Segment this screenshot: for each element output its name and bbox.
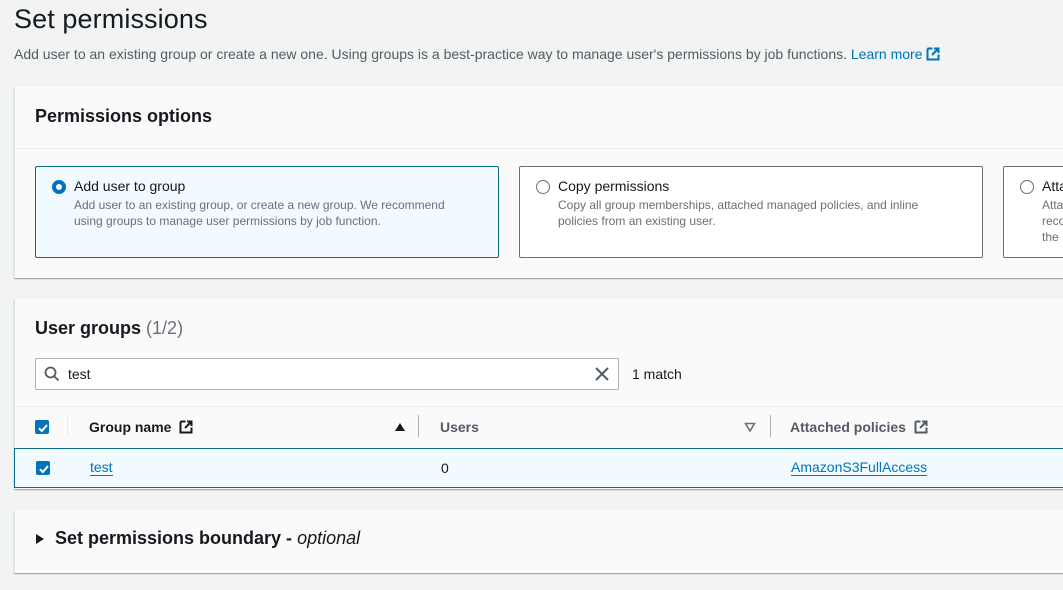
column-divider — [67, 415, 68, 437]
permissions-boundary-title[interactable]: Set permissions boundary - optional — [55, 528, 360, 549]
option-description-line: using groups to manage user permissions … — [74, 214, 381, 228]
option-description: Atta reco the — [1042, 197, 1063, 245]
column-header-group-name[interactable]: Group name — [89, 419, 193, 435]
page-description: Add user to an existing group or create … — [14, 46, 940, 62]
external-link-icon — [926, 47, 940, 61]
option-description: Copy all group memberships, attached man… — [558, 197, 968, 229]
user-groups-count: (1/2) — [146, 318, 184, 338]
user-groups-panel: User groups (1/2) 1 match Group name Use… — [14, 299, 1063, 489]
boundary-title-text: Set permissions boundary - — [55, 528, 298, 548]
select-all-checkbox[interactable] — [35, 420, 49, 434]
checkmark-icon — [38, 424, 48, 433]
learn-more-label: Learn more — [850, 46, 923, 62]
option-attach-policies[interactable]: Atta Atta reco the — [1003, 166, 1063, 258]
user-groups-title: User groups (1/2) — [35, 318, 183, 339]
checkmark-icon — [39, 465, 49, 474]
option-title: Atta — [1042, 178, 1063, 194]
page-title: Set permissions — [14, 4, 208, 34]
option-description-line: the — [1042, 230, 1059, 244]
match-count: 1 match — [632, 366, 682, 382]
users-count: 0 — [441, 460, 449, 476]
option-description-line: policies from an existing user. — [558, 214, 716, 228]
row-checkbox[interactable] — [36, 461, 50, 475]
column-label: Group name — [89, 419, 172, 435]
external-link-icon — [179, 420, 193, 434]
option-add-user-to-group[interactable]: Add user to group Add user to an existin… — [35, 166, 499, 258]
caret-right-icon[interactable] — [35, 534, 45, 544]
description-text: Add user to an existing group or create … — [14, 46, 847, 62]
user-groups-title-text: User groups — [35, 318, 142, 338]
option-description-line: Atta — [1042, 198, 1063, 212]
group-search-input[interactable] — [68, 359, 568, 389]
table-header: Group name Users Attached policies — [15, 406, 1063, 448]
column-header-attached-policies[interactable]: Attached policies — [790, 419, 928, 435]
option-copy-permissions[interactable]: Copy permissions Copy all group membersh… — [519, 166, 983, 258]
search-icon — [44, 366, 60, 382]
clear-icon[interactable] — [594, 366, 610, 382]
option-title: Add user to group — [74, 178, 186, 194]
set-permissions-page: Set permissions Add user to an existing … — [0, 0, 1063, 590]
option-description-line: reco — [1042, 214, 1063, 228]
permissions-boundary-panel[interactable]: Set permissions boundary - optional — [14, 510, 1063, 573]
radio-unselected-icon[interactable] — [536, 180, 550, 194]
sort-descending-icon[interactable] — [744, 421, 756, 433]
option-description-line: Add user to an existing group, or create… — [74, 198, 445, 212]
option-description-line: Copy all group memberships, attached man… — [558, 198, 919, 212]
learn-more-link[interactable]: Learn more — [851, 46, 941, 62]
option-description: Add user to an existing group, or create… — [74, 197, 484, 229]
group-search-box[interactable] — [35, 358, 619, 390]
policy-link[interactable]: AmazonS3FullAccess — [791, 460, 928, 476]
radio-selected-icon[interactable] — [52, 180, 66, 194]
radio-unselected-icon[interactable] — [1020, 180, 1034, 194]
column-label: Attached policies — [790, 419, 906, 435]
column-divider[interactable] — [770, 415, 771, 437]
option-title: Copy permissions — [558, 178, 670, 194]
group-name-link[interactable]: test — [90, 460, 113, 476]
sort-ascending-icon[interactable] — [394, 421, 406, 433]
table-row[interactable]: test 0 AmazonS3FullAccess — [14, 448, 1063, 488]
permissions-options-title: Permissions options — [15, 87, 1063, 149]
column-header-users[interactable]: Users — [440, 419, 479, 435]
external-link-icon — [914, 420, 928, 434]
column-divider[interactable] — [418, 415, 419, 437]
permissions-options-panel: Permissions options Add user to group Ad… — [14, 87, 1063, 278]
optional-label: optional — [297, 528, 361, 548]
